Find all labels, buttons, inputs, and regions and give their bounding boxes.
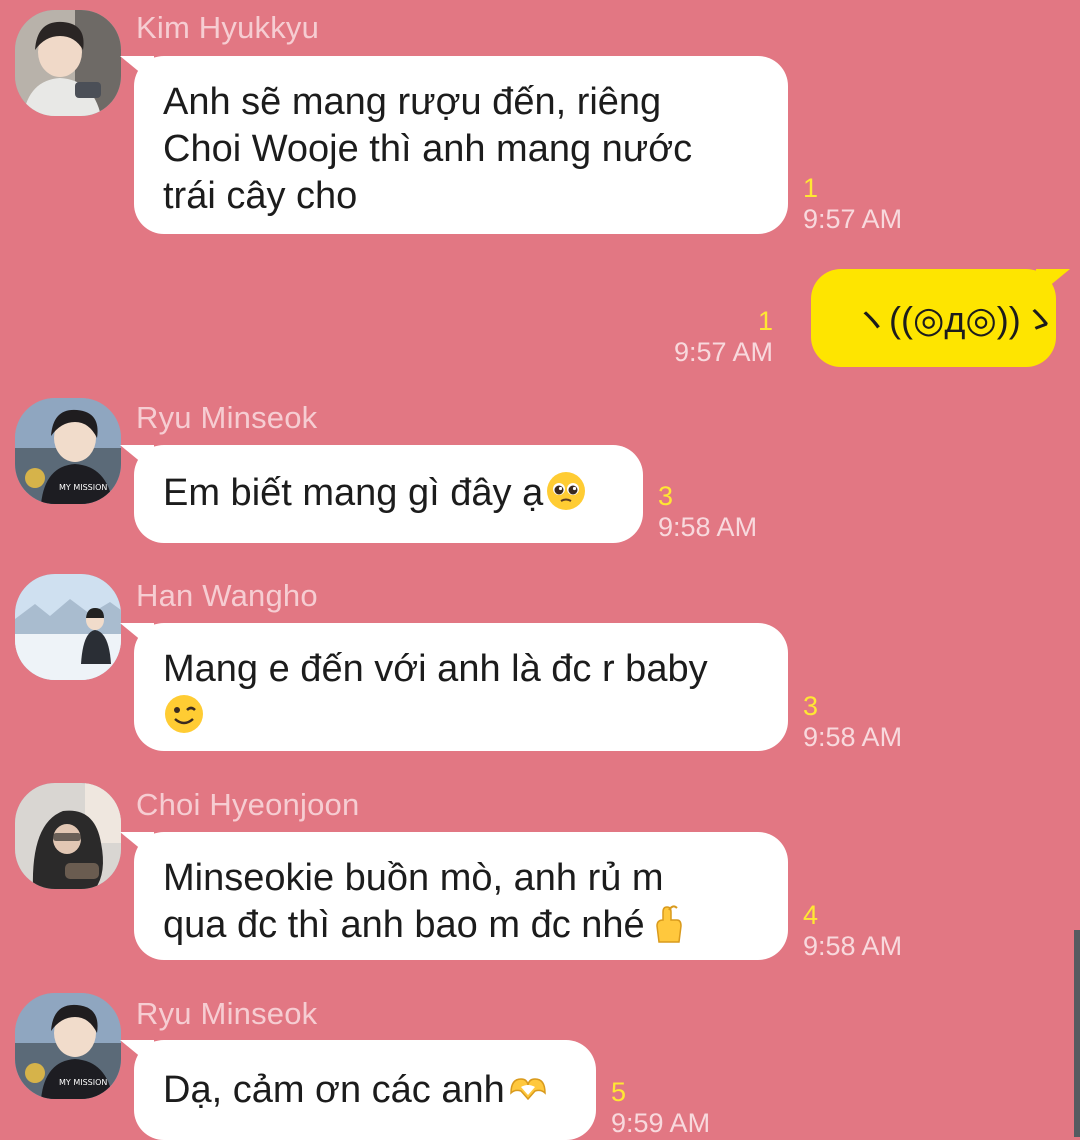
winking-face-emoji (163, 693, 205, 735)
message-text-line: trái cây cho (163, 175, 358, 217)
message-meta: 4 9:58 AM (803, 900, 902, 962)
avatar[interactable] (15, 10, 121, 116)
message-bubble[interactable]: Em biết mang gì đây ạ (134, 445, 643, 543)
message-meta: 3 9:58 AM (803, 691, 902, 753)
message-meta: 1 9:57 AM (803, 173, 902, 235)
sender-name: Kim Hyukkyu (136, 10, 320, 45)
message-bubble[interactable]: Minseokie buồn mò, anh rủ m qua đc thì a… (134, 832, 788, 960)
svg-text:MY MISSION: MY MISSION (59, 483, 107, 492)
unread-count: 3 (658, 481, 674, 511)
unread-count: 4 (803, 900, 819, 930)
message-bubble[interactable]: Dạ, cảm ơn các anh (134, 1040, 596, 1140)
sender-name: Choi Hyeonjoon (136, 787, 360, 822)
message-text-line: Anh sẽ mang rượu đến, riêng (163, 81, 662, 123)
message-text: Dạ, cảm ơn các anh (163, 1069, 505, 1111)
message-bubble[interactable]: Anh sẽ mang rượu đến, riêng Choi Wooje t… (134, 56, 788, 234)
avatar[interactable] (15, 574, 121, 680)
unread-count: 3 (803, 691, 819, 721)
message-text: Em biết mang gì đây ạ (163, 472, 544, 514)
message-time: 9:57 AM (803, 204, 903, 234)
pleading-face-emoji (545, 470, 587, 512)
my-message-bubble[interactable]: ヽ((◎д◎))ゝ (811, 269, 1057, 367)
message-time: 9:58 AM (803, 722, 903, 752)
unread-count: 1 (803, 173, 819, 203)
message-meta: 1 9:57 AM (674, 306, 773, 368)
message-time: 9:57 AM (673, 337, 773, 367)
chat-message-list[interactable]: Kim Hyukkyu Anh sẽ mang rượu đến, riêng … (0, 0, 1080, 1140)
sender-name: Ryu Minseok (136, 400, 318, 435)
message-text-line: Minseokie buồn mò, anh rủ m (163, 857, 664, 899)
heart-hands-emoji (507, 1067, 549, 1109)
finger-heart-emoji (647, 902, 689, 944)
message-bubble[interactable]: Mang e đến với anh là đc r baby (134, 623, 788, 751)
avatar[interactable]: MY MISSION (15, 398, 121, 504)
sender-name: Han Wangho (136, 578, 318, 613)
message-text-line: Mang e đến với anh là đc r baby (163, 648, 708, 690)
message-time: 9:58 AM (658, 512, 758, 542)
message-meta: 3 9:58 AM (658, 481, 757, 543)
message-text-line: qua đc thì anh bao m đc nhé (163, 904, 645, 946)
avatar[interactable] (15, 783, 121, 889)
sender-name: Ryu Minseok (136, 996, 318, 1031)
message-meta: 5 9:59 AM (611, 1077, 710, 1139)
message-time: 9:58 AM (803, 931, 903, 961)
message-time: 9:59 AM (611, 1108, 711, 1138)
message-text-line: Choi Wooje thì anh mang nước (163, 128, 693, 170)
message-text: ヽ((◎д◎))ゝ (853, 299, 1057, 340)
scrollbar-thumb[interactable] (1074, 930, 1080, 1137)
svg-text:MY MISSION: MY MISSION (59, 1078, 107, 1087)
unread-count: 5 (611, 1077, 627, 1107)
avatar[interactable]: MY MISSION (15, 993, 121, 1099)
unread-count: 1 (757, 306, 773, 336)
